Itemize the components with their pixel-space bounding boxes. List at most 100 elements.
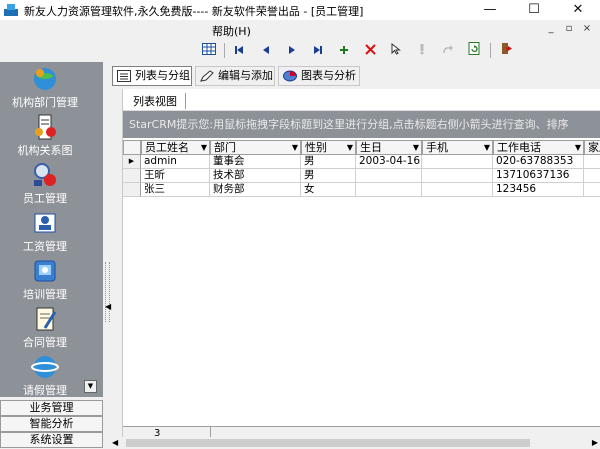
column-header[interactable]: 员工姓名 ▼ [141, 140, 210, 155]
subtab-strip: 列表视图 [123, 89, 600, 111]
next-record-icon[interactable] [281, 42, 303, 60]
org-chart-icon [35, 114, 56, 140]
category-settings[interactable]: 系统设置 [0, 432, 103, 448]
horizontal-scrollbar[interactable]: ◀ ▶ [112, 437, 600, 449]
mdi-minimize-button[interactable]: _ [542, 23, 560, 34]
chevron-down-icon[interactable]: ▼ [484, 141, 490, 154]
chevron-down-icon[interactable]: ▼ [575, 141, 581, 154]
column-header[interactable]: 手机 ▼ [422, 140, 493, 155]
scroll-thumb[interactable] [126, 439, 530, 447]
chevron-down-icon[interactable]: ▼ [347, 141, 353, 154]
row-indicator-header [123, 140, 141, 155]
minimize-button[interactable]: — [470, 0, 510, 20]
table-cell[interactable]: 020-63788353 [493, 155, 584, 169]
column-header[interactable]: 生日 ▼ [356, 140, 422, 155]
first-record-icon[interactable] [228, 42, 250, 60]
nav-item-label: 工资管理 [23, 240, 67, 253]
prev-record-icon[interactable] [255, 42, 277, 60]
grid-icon[interactable] [198, 42, 220, 60]
chart-icon [283, 70, 297, 82]
refresh-icon[interactable] [463, 42, 485, 60]
table-cell[interactable]: 13710637136 [493, 169, 584, 183]
pointer-icon[interactable] [385, 42, 407, 60]
table-cell[interactable]: admin [141, 155, 210, 169]
chevron-down-icon[interactable]: ▼ [292, 141, 298, 154]
close-button[interactable]: ✕ [558, 0, 598, 20]
row-indicator [123, 169, 141, 183]
chevron-down-icon[interactable]: ▼ [201, 141, 207, 154]
table-cell[interactable] [584, 169, 600, 183]
edit-icon [200, 70, 214, 82]
column-header[interactable]: 家庭 [584, 140, 600, 155]
nav-item-employee[interactable]: 员工管理 [0, 162, 90, 206]
grid-header: 员工姓名 ▼ 部门 ▼ 性别 ▼ 生日 ▼ 手机 ▼ 工作电话 ▼ 家庭 [123, 140, 600, 155]
maximize-button[interactable]: ☐ [514, 0, 554, 20]
nav-item-training[interactable]: 培训管理 [0, 258, 90, 302]
mdi-close-button[interactable]: × [578, 23, 596, 34]
mdi-restore-button[interactable]: ▫ [560, 23, 578, 34]
menu-help[interactable]: 帮助(H) [212, 23, 251, 39]
collapse-arrow-icon[interactable]: ◀ [105, 302, 111, 311]
tab-label: 列表与分组 [135, 69, 190, 82]
column-header[interactable]: 部门 ▼ [210, 140, 301, 155]
tab-label: 编辑与添加 [218, 69, 273, 82]
tab-chart-analysis[interactable]: 图表与分析 [278, 66, 360, 86]
nav-item-label: 请假管理 [23, 384, 67, 397]
table-cell[interactable]: 财务部 [210, 183, 301, 197]
column-header[interactable]: 性别 ▼ [301, 140, 356, 155]
table-cell[interactable] [356, 169, 422, 183]
delete-icon[interactable] [359, 42, 381, 60]
table-cell[interactable]: 2003-04-16 [356, 155, 422, 169]
subtab-list-view[interactable]: 列表视图 [133, 93, 186, 109]
table-row[interactable]: 王昕 技术部 男 13710637136 [123, 169, 600, 183]
table-cell[interactable] [584, 183, 600, 197]
table-cell[interactable] [422, 169, 493, 183]
table-cell[interactable]: 123456 [493, 183, 584, 197]
nav-item-salary[interactable]: 工资管理 [0, 210, 90, 254]
list-icon [117, 70, 131, 82]
add-icon[interactable] [333, 42, 355, 60]
table-cell[interactable] [422, 155, 493, 169]
tab-edit-add[interactable]: 编辑与添加 [195, 66, 275, 86]
leave-icon [31, 356, 59, 378]
row-indicator [123, 183, 141, 197]
nav-item-label: 培训管理 [23, 288, 67, 301]
table-row[interactable]: ▶ admin 董事会 男 2003-04-16 020-63788353 [123, 155, 600, 169]
column-header-label: 手机 [426, 141, 448, 154]
nav-item-org-chart[interactable]: 机构关系图 [0, 114, 90, 158]
table-cell[interactable]: 男 [301, 169, 356, 183]
scroll-left-icon[interactable]: ◀ [112, 437, 118, 449]
last-record-icon[interactable] [307, 42, 329, 60]
tab-list-group[interactable]: 列表与分组 [112, 66, 192, 86]
exit-icon[interactable] [496, 42, 518, 60]
chevron-down-icon[interactable]: ▼ [413, 141, 419, 154]
table-cell[interactable] [356, 183, 422, 197]
title-bar: 新友人力资源管理软件,永久免费版---- 新友软件荣誉出品 - [员工管理] —… [0, 0, 600, 20]
group-by-area[interactable]: StarCRM提示您:用鼠标拖拽字段标题到这里进行分组,点击标题右侧小箭头进行查… [123, 111, 600, 138]
redo-icon[interactable] [437, 42, 459, 60]
column-header-label: 员工姓名 [145, 141, 189, 154]
column-header[interactable]: 工作电话 ▼ [493, 140, 584, 155]
scroll-right-icon[interactable]: ▶ [592, 437, 598, 449]
splitter-grip [105, 262, 110, 322]
category-analysis[interactable]: 智能分析 [0, 416, 103, 432]
lock-icon[interactable] [411, 42, 433, 60]
salary-icon [34, 213, 56, 233]
table-cell[interactable] [422, 183, 493, 197]
table-cell[interactable]: 男 [301, 155, 356, 169]
nav-item-contract[interactable]: 合同管理 [0, 306, 90, 350]
table-cell[interactable]: 董事会 [210, 155, 301, 169]
window-title: 新友人力资源管理软件,永久免费版---- 新友软件荣誉出品 - [员工管理] [24, 5, 364, 18]
table-cell[interactable]: 技术部 [210, 169, 301, 183]
nav-item-leave[interactable]: 请假管理 [0, 354, 90, 398]
table-cell[interactable] [584, 155, 600, 169]
table-cell[interactable]: 女 [301, 183, 356, 197]
splitter[interactable]: ◀ [103, 62, 112, 449]
table-cell[interactable]: 王昕 [141, 169, 210, 183]
nav-item-org-dept[interactable]: 机构部门管理 [0, 66, 90, 110]
table-cell[interactable]: 张三 [141, 183, 210, 197]
table-row[interactable]: 张三 财务部 女 123456 [123, 183, 600, 197]
category-business[interactable]: 业务管理 [0, 400, 103, 416]
nav-scroll-down-button[interactable]: ▼ [84, 380, 97, 393]
contract-icon [36, 307, 57, 331]
